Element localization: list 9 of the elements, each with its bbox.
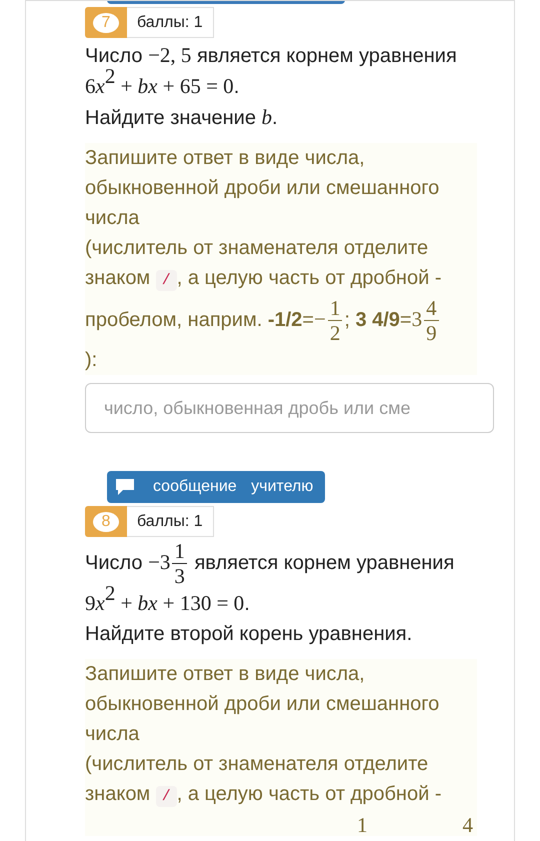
number-badge: 8	[85, 506, 127, 537]
speech-bubble-icon	[115, 478, 135, 496]
points-label: баллы: 1	[127, 7, 214, 38]
message-button[interactable]: сообщение учителю	[107, 471, 326, 503]
message-button[interactable]	[107, 1, 345, 4]
answer-hint: Запишите ответ в виде числа, обыкновенной дроби или смешанного числа (числитель от знаменателя отделите знаком / , а целую часть от дробной - 1 4	[85, 659, 477, 836]
number-badge: 7	[85, 7, 127, 38]
answer-field[interactable]: число, обыкновенная дробь или сме	[85, 383, 494, 433]
points-label: баллы: 1	[127, 506, 214, 537]
